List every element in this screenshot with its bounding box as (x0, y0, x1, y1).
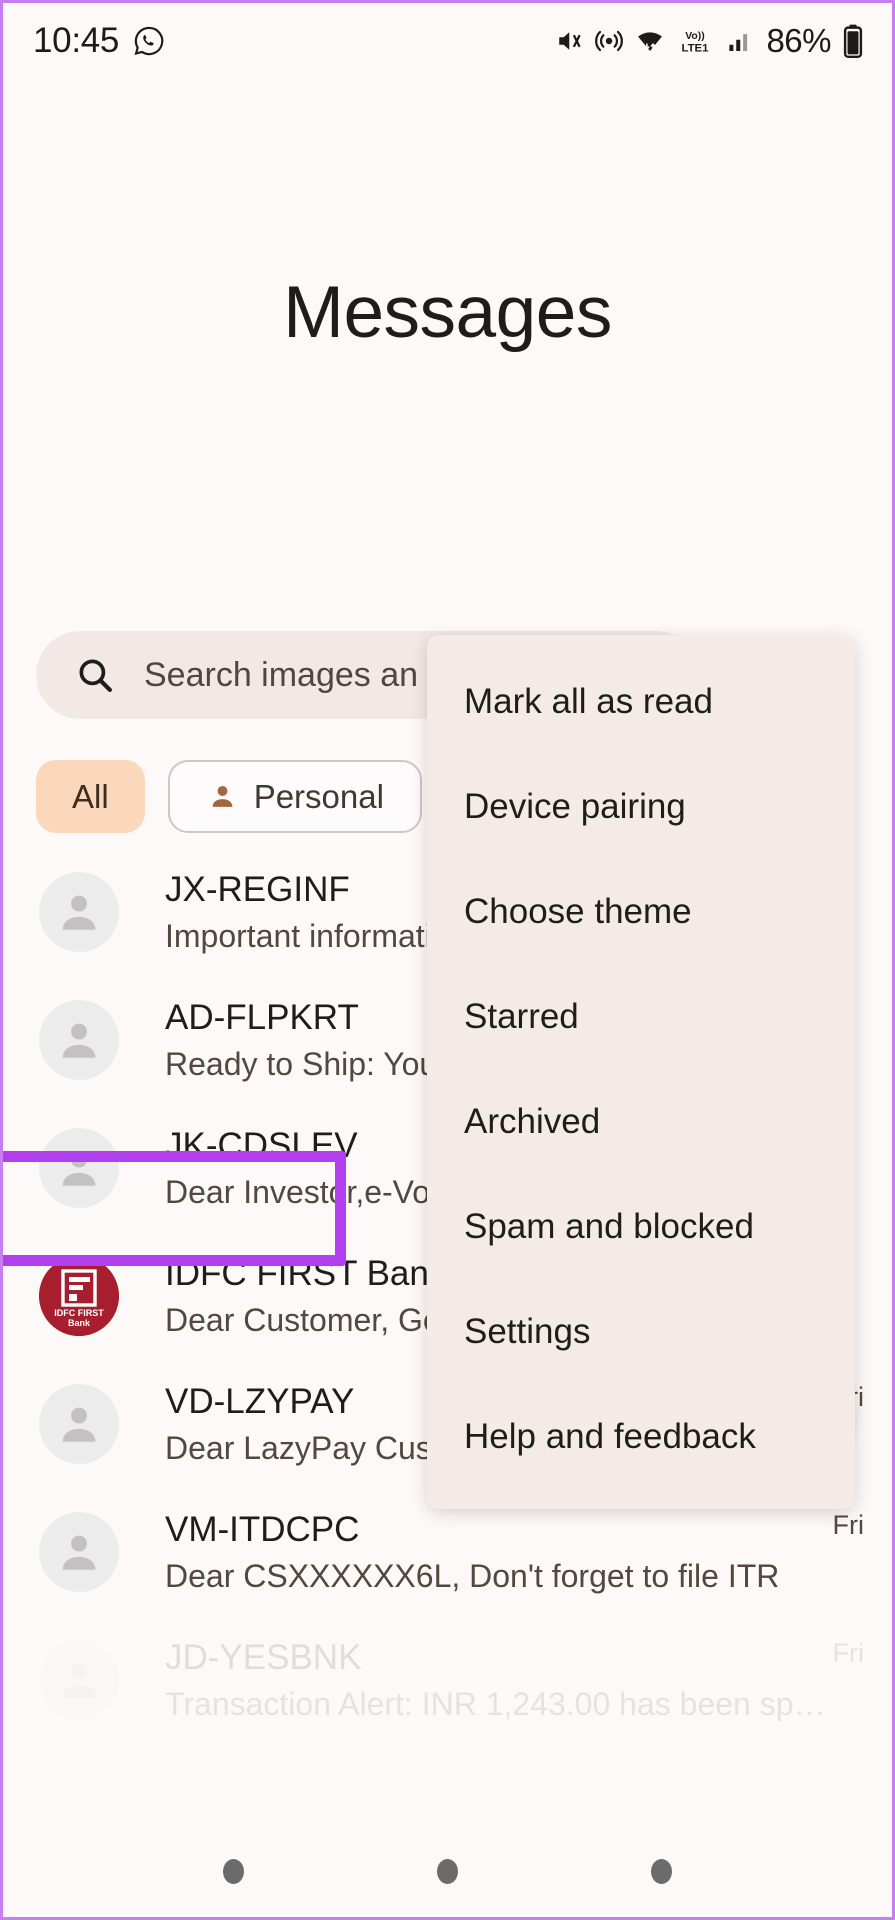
menu-item-mark-all-as-read[interactable]: Mark all as read (427, 649, 855, 754)
menu-item-label: Help and feedback (464, 1416, 756, 1456)
svg-text:LTE1: LTE1 (682, 42, 710, 54)
menu-item-label: Choose theme (464, 891, 692, 931)
chip-all-label: All (72, 777, 109, 815)
conversation-time: Fri (832, 1638, 864, 1668)
whatsapp-icon (133, 25, 165, 57)
conversation-text: JD-YESBNK Transaction Alert: INR 1,243.0… (165, 1638, 833, 1723)
menu-item-help-and-feedback[interactable]: Help and feedback (427, 1384, 855, 1489)
status-time: 10:45 (33, 20, 120, 60)
generic-person-icon (62, 1535, 96, 1570)
nav-dot-back[interactable] (223, 1858, 244, 1884)
hotspot-icon (594, 26, 624, 56)
conversation-row[interactable]: JD-YESBNK Transaction Alert: INR 1,243.0… (3, 1616, 892, 1744)
chip-personal[interactable]: Personal (167, 760, 422, 833)
mute-vibrate-icon (553, 26, 583, 56)
navigation-bar (3, 1825, 892, 1917)
menu-item-archived[interactable]: Archived (427, 1069, 855, 1174)
generic-person-icon (62, 1151, 96, 1186)
menu-item-label: Starred (464, 996, 579, 1036)
generic-person-icon (62, 1663, 96, 1698)
avatar (39, 1384, 119, 1464)
menu-item-label: Archived (464, 1101, 601, 1141)
phone-screen: 10:45 Vo)) LTE1 86% Messages Search imag… (0, 0, 895, 1920)
menu-item-spam-and-blocked[interactable]: Spam and blocked (427, 1174, 855, 1279)
idfc-first-bank-logo-icon: IDFC FIRST Bank (39, 1256, 119, 1336)
status-bar: 10:45 Vo)) LTE1 86% (3, 3, 892, 78)
conversation-title: VM-ITDCPC (165, 1509, 360, 1549)
avatar (39, 872, 119, 952)
chip-personal-label: Personal (253, 777, 384, 815)
menu-item-label: Mark all as read (464, 681, 713, 721)
wifi-icon (635, 26, 665, 56)
generic-person-icon (62, 895, 96, 930)
svg-text:Vo)): Vo)) (686, 31, 706, 42)
conversation-title: JD-YESBNK (165, 1637, 362, 1677)
avatar (39, 1000, 119, 1080)
nav-dot-recents[interactable] (651, 1858, 672, 1884)
avatar (39, 1640, 119, 1720)
conversation-preview: Dear CSXXXXXX6L, Don't forget to file IT… (165, 1557, 780, 1594)
menu-item-choose-theme[interactable]: Choose theme (427, 859, 855, 964)
avatar: IDFC FIRST Bank (39, 1256, 119, 1336)
menu-item-device-pairing[interactable]: Device pairing (427, 754, 855, 859)
svg-text:Bank: Bank (68, 1318, 91, 1328)
signal-icon (725, 26, 755, 56)
conversation-time: Fri (832, 1510, 864, 1540)
svg-text:IDFC FIRST: IDFC FIRST (54, 1308, 104, 1318)
volte-icon: Vo)) LTE1 (676, 26, 714, 56)
search-icon (74, 654, 116, 696)
conversation-preview: Transaction Alert: INR 1,243.00 has been… (165, 1685, 826, 1722)
menu-item-settings[interactable]: Settings (427, 1279, 855, 1384)
search-input[interactable]: Search images an (144, 656, 418, 695)
avatar (39, 1128, 119, 1208)
generic-person-icon (62, 1407, 96, 1442)
avatar (39, 1512, 119, 1592)
generic-person-icon (62, 1023, 96, 1058)
menu-item-label: Spam and blocked (464, 1206, 754, 1246)
person-icon (206, 780, 239, 813)
battery-percent: 86% (766, 21, 831, 59)
status-bar-left: 10:45 (33, 21, 165, 61)
battery-icon (842, 24, 864, 58)
conversation-text: VM-ITDCPC Dear CSXXXXXX6L, Don't forget … (165, 1510, 833, 1595)
status-bar-right: Vo)) LTE1 86% (553, 22, 864, 60)
menu-item-starred[interactable]: Starred (427, 964, 855, 1069)
chip-all[interactable]: All (36, 760, 145, 833)
page-title: Messages (283, 272, 612, 353)
nav-dot-home[interactable] (437, 1858, 458, 1884)
menu-item-label: Device pairing (464, 786, 686, 826)
overflow-menu: Mark all as read Device pairing Choose t… (427, 635, 855, 1509)
menu-item-label: Settings (464, 1311, 591, 1351)
